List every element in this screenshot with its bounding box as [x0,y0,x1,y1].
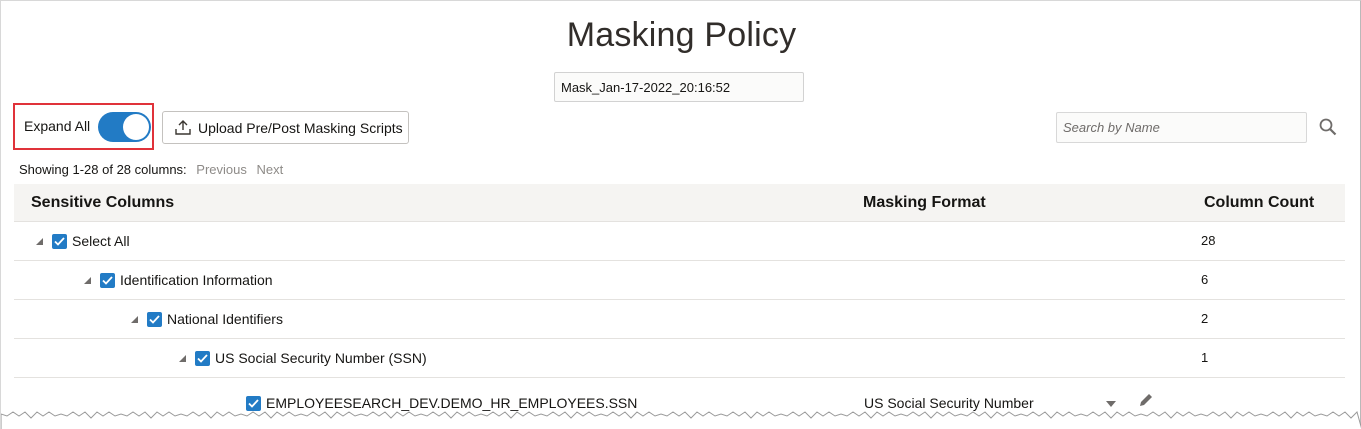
expand-all-label: Expand All [24,118,91,134]
expand-all-highlight: Expand All [13,103,154,150]
search-icon[interactable] [1319,118,1337,136]
row-count: 28 [1201,233,1216,248]
toggle-knob [123,114,149,140]
header-column-count: Column Count [1204,194,1315,211]
table-row: Identification Information 6 [14,261,1345,300]
checkbox-checked-icon[interactable] [100,272,115,288]
page-title: Masking Policy [566,16,797,54]
row-count: 6 [1201,272,1209,287]
previous-link[interactable]: Previous [196,162,247,177]
row-label: Identification Information [120,272,273,288]
table-header: Sensitive Columns Masking Format Column … [14,184,1345,222]
masking-policy-page: Masking Policy Mask_Jan-17-2022_20:16:52… [0,0,1361,429]
upload-icon [175,120,191,135]
table-row: US Social Security Number (SSN) 1 [14,339,1345,378]
row-label: US Social Security Number (SSN) [215,350,427,366]
upload-scripts-button[interactable]: Upload Pre/Post Masking Scripts [162,111,409,144]
collapse-icon[interactable] [179,354,186,362]
sensitive-columns-table: Sensitive Columns Masking Format Column … [14,184,1345,416]
collapse-icon[interactable] [84,276,91,284]
collapse-icon[interactable] [36,237,43,245]
next-link[interactable]: Next [256,162,283,177]
checkbox-checked-icon[interactable] [52,233,67,249]
paging-bar: Showing 1-28 of 28 columns: Previous Nex… [19,162,283,177]
table-row: Select All 28 [14,222,1345,261]
table-row: National Identifiers 2 [14,300,1345,339]
checkbox-checked-icon[interactable] [195,350,210,366]
collapse-icon[interactable] [131,315,138,323]
row-label: National Identifiers [167,311,283,327]
row-count: 1 [1201,350,1209,365]
expand-all-toggle[interactable] [98,112,151,142]
search-input[interactable]: Search by Name [1056,112,1307,143]
paging-summary: Showing 1-28 of 28 columns: [19,162,187,177]
row-label: Select All [72,233,130,249]
row-count: 2 [1201,311,1209,326]
upload-scripts-label: Upload Pre/Post Masking Scripts [198,119,403,136]
torn-edge [1,411,1361,429]
header-sensitive-columns: Sensitive Columns [31,194,175,211]
policy-name-field[interactable]: Mask_Jan-17-2022_20:16:52 [554,72,804,102]
checkbox-checked-icon[interactable] [147,311,162,327]
header-masking-format: Masking Format [863,194,986,211]
